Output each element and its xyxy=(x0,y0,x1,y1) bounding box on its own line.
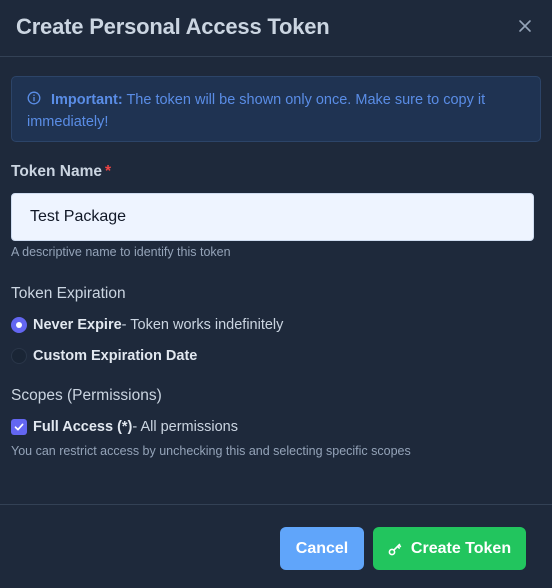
create-token-label: Create Token xyxy=(410,539,512,557)
cancel-button[interactable]: Cancel xyxy=(280,527,364,570)
radio-never-expire[interactable]: Never Expire - Token works indefinitely xyxy=(11,315,541,335)
expiration-title: Token Expiration xyxy=(11,285,126,302)
scopes-title: Scopes (Permissions) xyxy=(11,387,162,404)
radio-custom-expiration[interactable]: Custom Expiration Date xyxy=(11,346,541,366)
radio-button-unselected[interactable] xyxy=(11,348,27,364)
required-mark: * xyxy=(105,163,112,180)
alert-strong: Important: xyxy=(51,92,123,108)
radio-button-selected[interactable] xyxy=(11,317,27,333)
full-access-checkbox-row[interactable]: Full Access (*) - All permissions xyxy=(11,417,541,437)
token-name-label-text: Token Name xyxy=(11,163,103,180)
never-expire-label: Never Expire xyxy=(33,317,122,333)
create-token-button[interactable]: Create Token xyxy=(373,527,526,570)
full-access-label: Full Access (*) xyxy=(33,419,133,435)
modal-header: Create Personal Access Token xyxy=(0,0,552,57)
never-expire-desc: - Token works indefinitely xyxy=(121,317,284,333)
full-access-desc: - All permissions xyxy=(132,419,238,435)
close-icon[interactable] xyxy=(518,19,532,33)
custom-expiration-label: Custom Expiration Date xyxy=(33,348,198,364)
token-name-label: Token Name * xyxy=(11,163,541,181)
modal-footer: Cancel Create Token xyxy=(0,504,552,588)
full-access-checkbox[interactable] xyxy=(11,419,27,435)
modal-title: Create Personal Access Token xyxy=(16,14,330,39)
important-alert: Important: The token will be shown only … xyxy=(11,76,541,142)
token-name-help: A descriptive name to identify this toke… xyxy=(11,245,231,259)
scopes-help: You can restrict access by unchecking th… xyxy=(11,444,411,458)
token-name-input[interactable] xyxy=(11,193,534,241)
key-icon xyxy=(388,543,402,555)
create-token-modal: Create Personal Access Token Important: … xyxy=(0,0,552,588)
cancel-button-label: Cancel xyxy=(295,539,349,557)
info-icon xyxy=(27,91,41,105)
check-icon xyxy=(14,423,24,431)
modal-body: Important: The token will be shown only … xyxy=(0,76,552,458)
